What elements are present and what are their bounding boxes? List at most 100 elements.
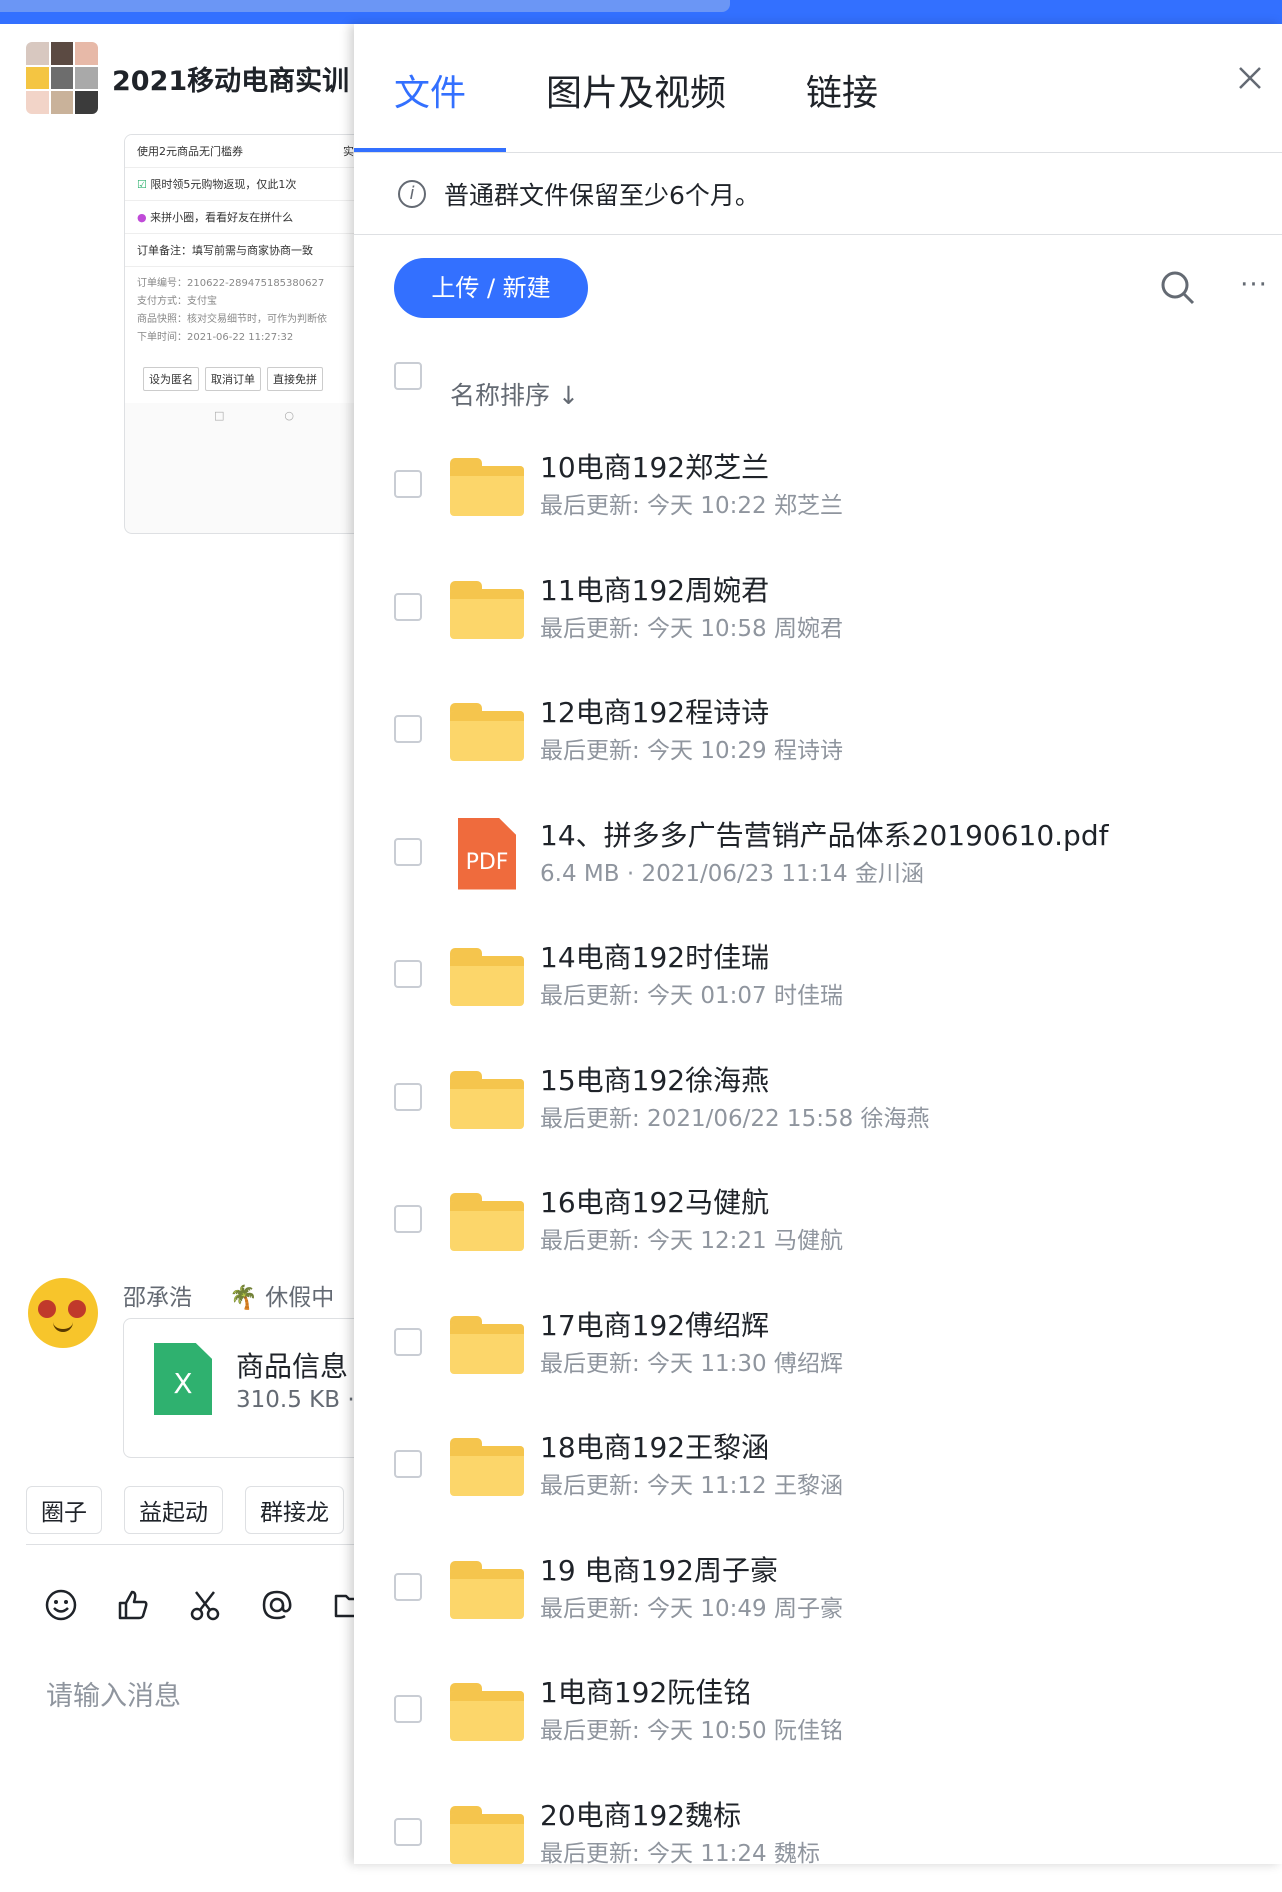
avatar-eye — [68, 1300, 86, 1318]
item-meta: 6.4 MB · 2021/06/23 11:14 金川涵 — [540, 854, 924, 888]
folder-row[interactable]: 20电商192魏标最后更新: 今天 11:24 魏标 — [354, 1770, 1282, 1892]
top-bar-tab — [0, 0, 730, 12]
folder-body — [450, 711, 524, 761]
retention-notice: i 普通群文件保留至少6个月。 — [398, 176, 760, 212]
preview-detail-line: 订单编号：210622-289475185380627 — [137, 275, 356, 293]
sort-by-name[interactable]: 名称排序 ↓ — [450, 376, 579, 412]
tabs-divider — [354, 152, 1282, 153]
folder-icon — [450, 1316, 524, 1374]
check-icon: ☑ — [137, 178, 147, 191]
tab-images-videos[interactable]: 图片及视频 — [546, 64, 726, 116]
folder-row[interactable]: 12电商192程诗诗最后更新: 今天 10:29 程诗诗 — [354, 667, 1282, 790]
notice-text: 普通群文件保留至少6个月。 — [444, 176, 760, 212]
folder-body — [450, 1569, 524, 1619]
item-name: 1电商192阮佳铭 — [540, 1671, 751, 1711]
order-screenshot-preview[interactable]: 使用2元商品无门槛券实付 ☑ 限时领5元购物返现，仅此1次 ● 来拼小圈，看看好… — [124, 134, 356, 534]
close-icon[interactable] — [1232, 62, 1268, 98]
row-checkbox[interactable] — [394, 1450, 422, 1478]
preview-detail-line: 商品快照：核对交易细节时，可作为判断依 — [137, 311, 356, 329]
quick-action-yiqidong[interactable]: 益起动 — [124, 1486, 223, 1534]
sender-avatar[interactable] — [28, 1278, 98, 1348]
avatar-mouth — [53, 1322, 73, 1332]
preview-anon-button: 设为匿名 — [143, 367, 199, 391]
quick-action-circle[interactable]: 圈子 — [26, 1486, 102, 1534]
preview-circle-row: ● 来拼小圈，看看好友在拼什么 — [125, 201, 356, 234]
folder-body — [450, 1446, 524, 1496]
square-icon: □ — [214, 409, 224, 422]
folder-row[interactable]: 19 电商192周子豪最后更新: 今天 10:49 周子豪 — [354, 1525, 1282, 1648]
folder-icon[interactable] — [332, 1588, 356, 1622]
folder-row[interactable]: 17电商192傅绍辉最后更新: 今天 11:30 傅绍辉 — [354, 1280, 1282, 1403]
quick-action-jielong[interactable]: 群接龙 — [245, 1486, 344, 1534]
preview-cashback-row: ☑ 限时领5元购物返现，仅此1次 — [125, 168, 356, 201]
file-card-name: 商品信息 — [236, 1345, 348, 1385]
pdf-file-icon: PDF — [458, 818, 516, 890]
tab-links[interactable]: 链接 — [806, 64, 878, 116]
item-meta: 最后更新: 2021/06/22 15:58 徐海燕 — [540, 1099, 930, 1133]
group-files-panel: 文件 图片及视频 链接 i 普通群文件保留至少6个月。 上传 / 新建 ··· … — [354, 24, 1282, 1864]
preview-detail-line: 支付方式：支付宝 — [137, 293, 356, 311]
folder-row[interactable]: 16电商192马健航最后更新: 今天 12:21 马健航 — [354, 1157, 1282, 1280]
notice-divider — [354, 234, 1282, 235]
select-all-checkbox[interactable] — [394, 362, 422, 390]
more-icon[interactable]: ··· — [1234, 270, 1274, 300]
row-checkbox[interactable] — [394, 470, 422, 498]
chat-title: 2021移动电商实训 — [112, 59, 349, 98]
file-message-card[interactable]: X 商品信息 310.5 KB · — [123, 1318, 356, 1458]
row-checkbox[interactable] — [394, 1083, 422, 1111]
item-meta: 最后更新: 今天 10:22 郑芝兰 — [540, 486, 843, 520]
folder-row[interactable]: 14电商192时佳瑞最后更新: 今天 01:07 时佳瑞 — [354, 912, 1282, 1035]
message-input[interactable]: 请输入消息 — [46, 1674, 181, 1713]
folder-body — [450, 956, 524, 1006]
folder-icon — [450, 1438, 524, 1496]
item-meta: 最后更新: 今天 11:30 傅绍辉 — [540, 1344, 843, 1378]
preview-nav-bar: □○ — [125, 403, 356, 428]
folder-body — [450, 589, 524, 639]
row-checkbox[interactable] — [394, 1695, 422, 1723]
row-checkbox[interactable] — [394, 960, 422, 988]
folder-icon — [450, 1193, 524, 1251]
mention-icon[interactable] — [260, 1588, 294, 1622]
row-checkbox[interactable] — [394, 838, 422, 866]
input-toolbar — [44, 1588, 356, 1622]
item-name: 10电商192郑芝兰 — [540, 446, 769, 486]
preview-note-row: 订单备注：填写前需与商家协商一致 — [125, 234, 356, 267]
item-name: 17电商192傅绍辉 — [540, 1304, 769, 1344]
row-checkbox[interactable] — [394, 1328, 422, 1356]
search-icon[interactable] — [1158, 268, 1198, 308]
row-checkbox[interactable] — [394, 1205, 422, 1233]
item-meta: 最后更新: 今天 11:24 魏标 — [540, 1834, 820, 1868]
thumbs-up-icon[interactable] — [116, 1588, 150, 1622]
folder-row[interactable]: 18电商192王黎涵最后更新: 今天 11:12 王黎涵 — [354, 1402, 1282, 1525]
folder-body — [450, 1324, 524, 1374]
circle-icon: ● — [137, 211, 147, 224]
info-icon: i — [398, 180, 426, 208]
excel-file-icon: X — [154, 1343, 212, 1415]
tab-files[interactable]: 文件 — [394, 64, 466, 116]
row-checkbox[interactable] — [394, 593, 422, 621]
file-list: 10电商192郑芝兰最后更新: 今天 10:22 郑芝兰11电商192周婉君最后… — [354, 422, 1282, 1892]
item-meta: 最后更新: 今天 10:49 周子豪 — [540, 1589, 843, 1623]
sender-name[interactable]: 邵承浩 — [123, 1285, 192, 1311]
group-avatar[interactable] — [26, 42, 98, 114]
folder-row[interactable]: 15电商192徐海燕最后更新: 2021/06/22 15:58 徐海燕 — [354, 1035, 1282, 1158]
window-top-bar — [0, 0, 1282, 24]
folder-icon — [450, 1561, 524, 1619]
upload-new-button[interactable]: 上传 / 新建 — [394, 258, 588, 318]
file-row[interactable]: PDF14、拼多多广告营销产品体系20190610.pdf6.4 MB · 20… — [354, 790, 1282, 913]
folder-body — [450, 1691, 524, 1741]
item-meta: 最后更新: 今天 12:21 马健航 — [540, 1221, 843, 1255]
folder-icon — [450, 1806, 524, 1864]
row-checkbox[interactable] — [394, 715, 422, 743]
row-checkbox[interactable] — [394, 1573, 422, 1601]
input-divider — [26, 1544, 356, 1545]
item-meta: 最后更新: 今天 11:12 王黎涵 — [540, 1466, 843, 1500]
folder-row[interactable]: 10电商192郑芝兰最后更新: 今天 10:22 郑芝兰 — [354, 422, 1282, 545]
item-name: 20电商192魏标 — [540, 1794, 741, 1834]
folder-row[interactable]: 1电商192阮佳铭最后更新: 今天 10:50 阮佳铭 — [354, 1647, 1282, 1770]
emoji-icon[interactable] — [44, 1588, 78, 1622]
folder-row[interactable]: 11电商192周婉君最后更新: 今天 10:58 周婉君 — [354, 545, 1282, 668]
row-checkbox[interactable] — [394, 1818, 422, 1846]
scissors-icon[interactable] — [188, 1588, 222, 1622]
folder-icon — [450, 581, 524, 639]
